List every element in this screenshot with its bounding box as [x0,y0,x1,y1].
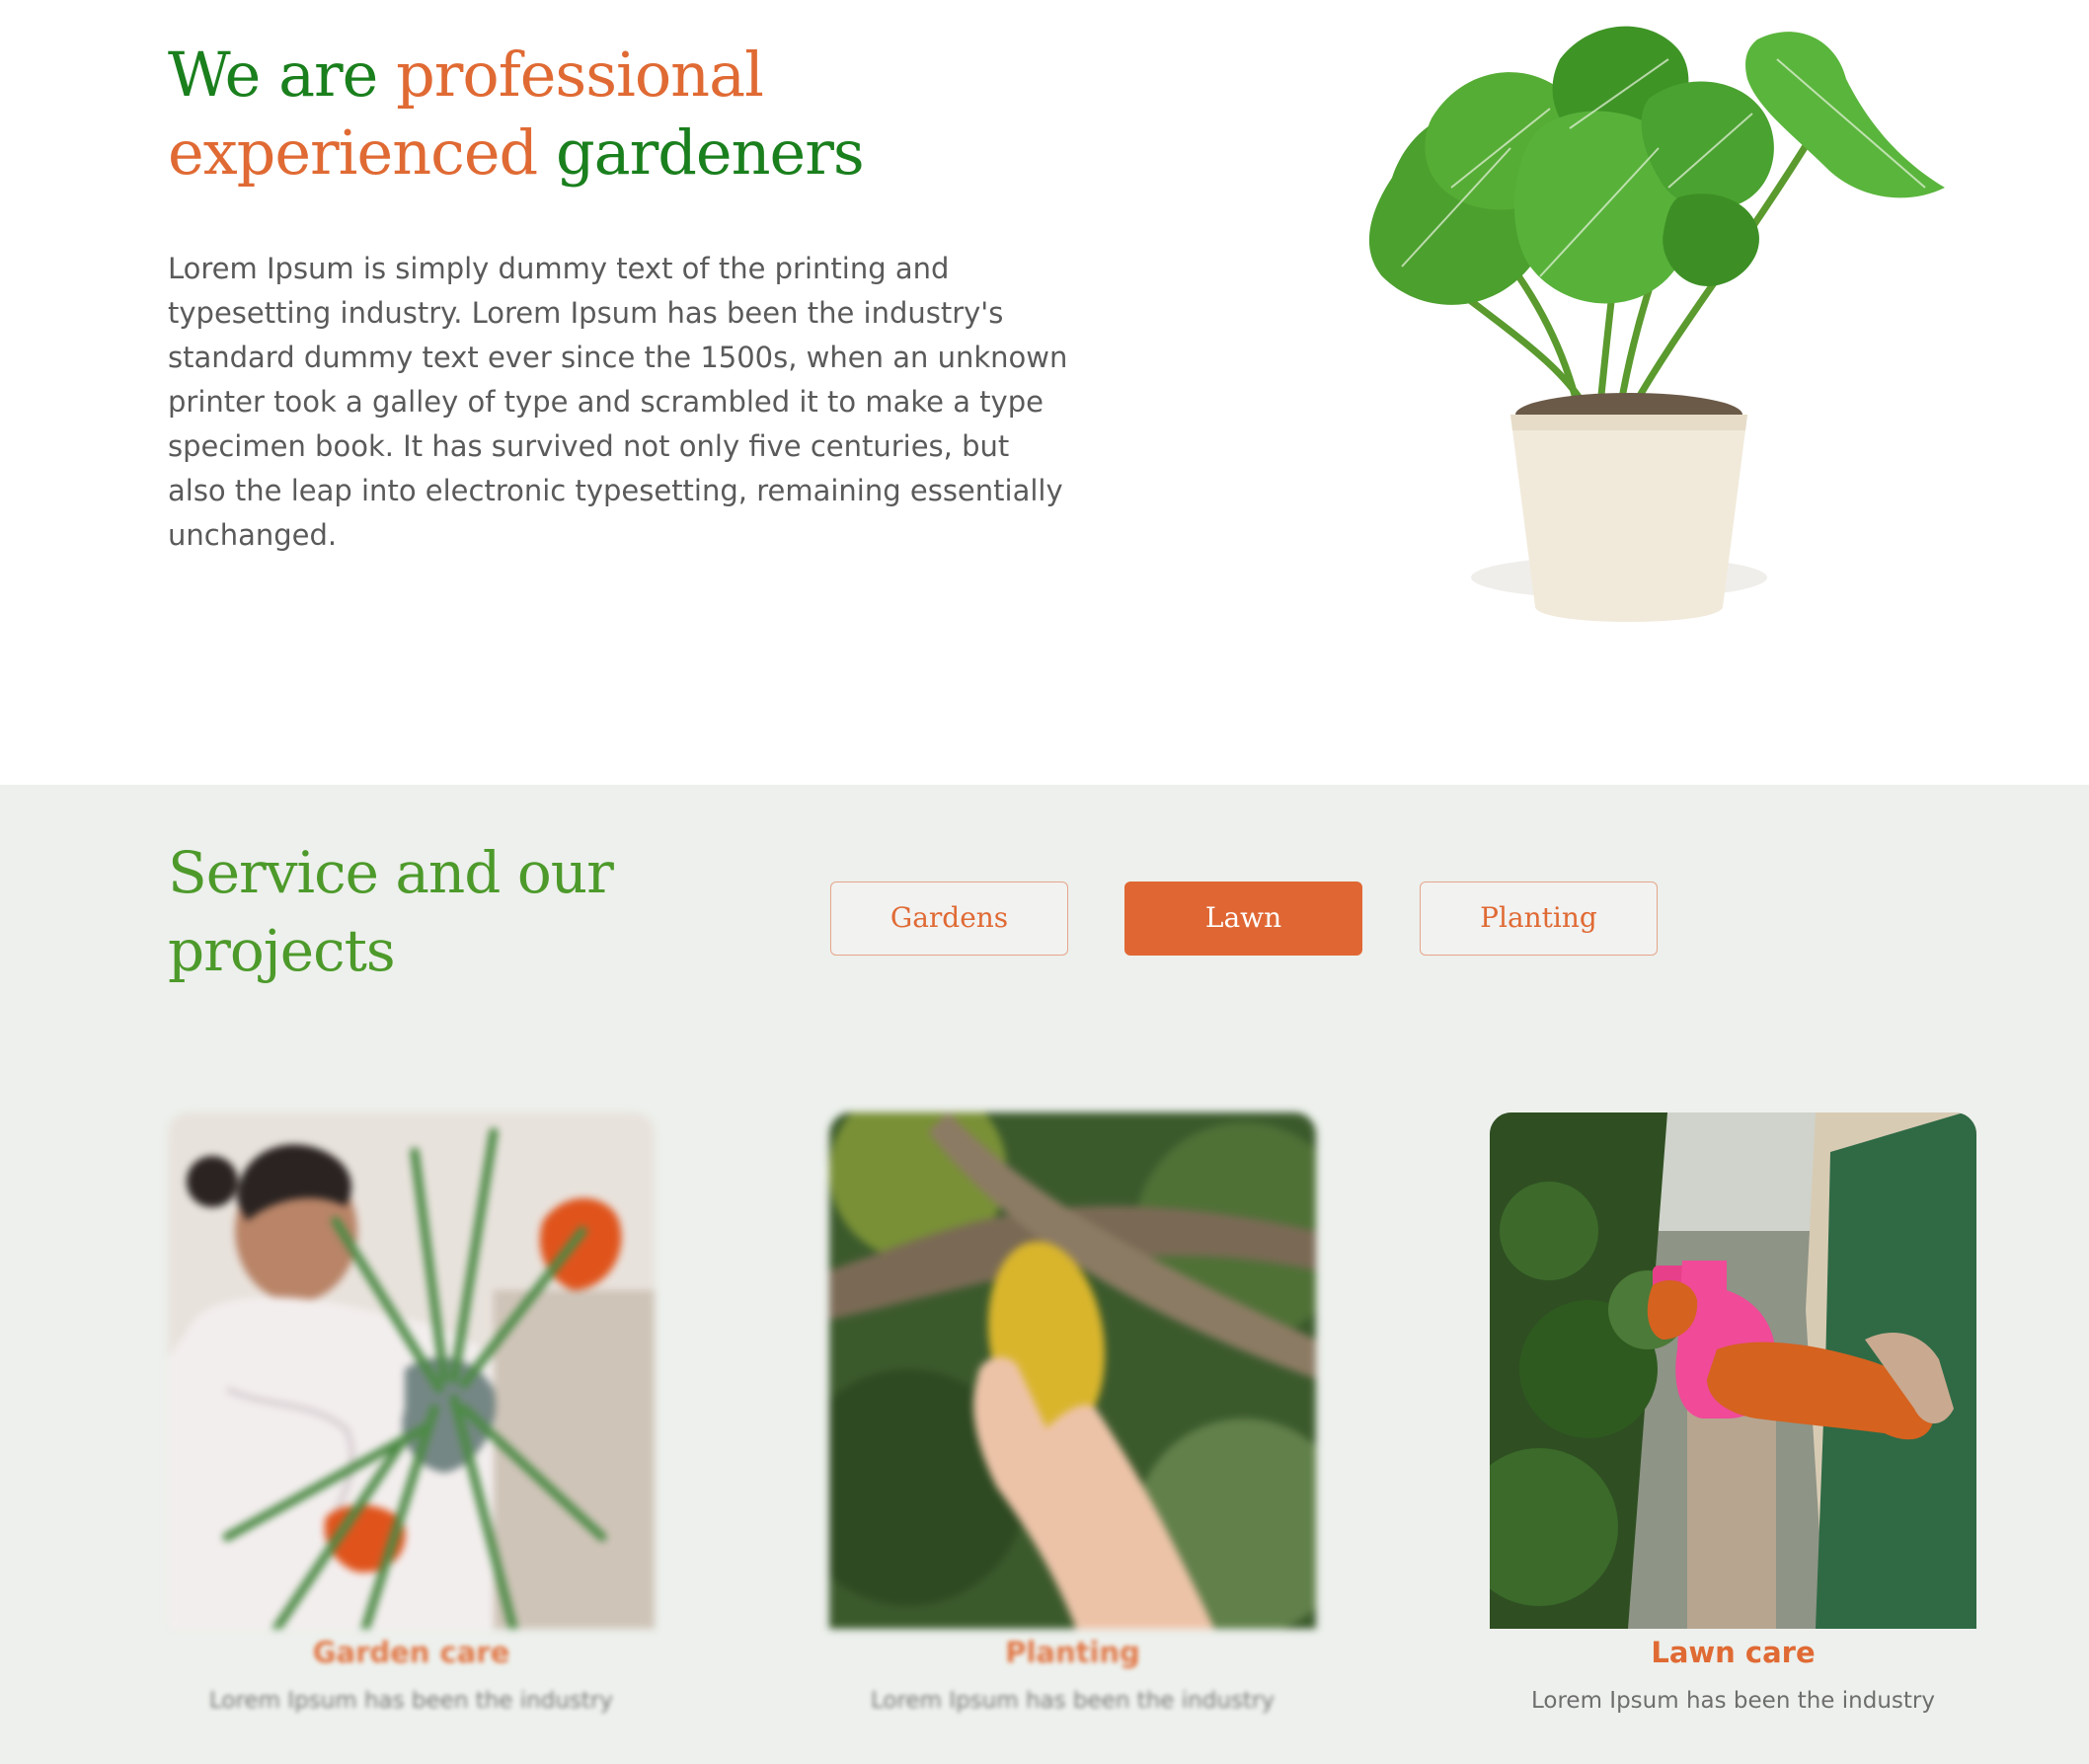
card-description: Lorem Ipsum has been the industry [871,1688,1275,1714]
card-title: Planting [1005,1636,1140,1669]
hero-title-part-2: professional [396,38,764,111]
card-title: Lawn care [1651,1636,1816,1669]
card-title: Garden care [312,1636,510,1669]
hero-section: We are professional experienced gardener… [0,0,2089,785]
gardener-spraying-plants-photo [1490,1112,1976,1629]
hero-title-part-1: We are [168,38,378,111]
services-title: Service and our projects [168,839,614,984]
card-description: Lorem Ipsum has been the industry [209,1688,613,1714]
services-section: Service and our projects Gardens Lawn Pl… [0,785,2089,1764]
tab-planting[interactable]: Planting [1420,882,1658,956]
hero-title-part-4: gardeners [555,116,865,189]
tab-lawn[interactable]: Lawn [1124,882,1362,956]
hero-title: We are professional experienced gardener… [168,36,1056,192]
gardener-with-plant-photo [168,1112,655,1629]
tab-gardens[interactable]: Gardens [830,882,1068,956]
hero-paragraph: Lorem Ipsum is simply dummy text of the … [168,252,1068,552]
potted-monstera-image [1368,26,1945,622]
card-description: Lorem Ipsum has been the industry [1531,1688,1935,1714]
hero-title-part-3: experienced [168,116,538,189]
hand-holding-lemon-photo [829,1112,1316,1629]
